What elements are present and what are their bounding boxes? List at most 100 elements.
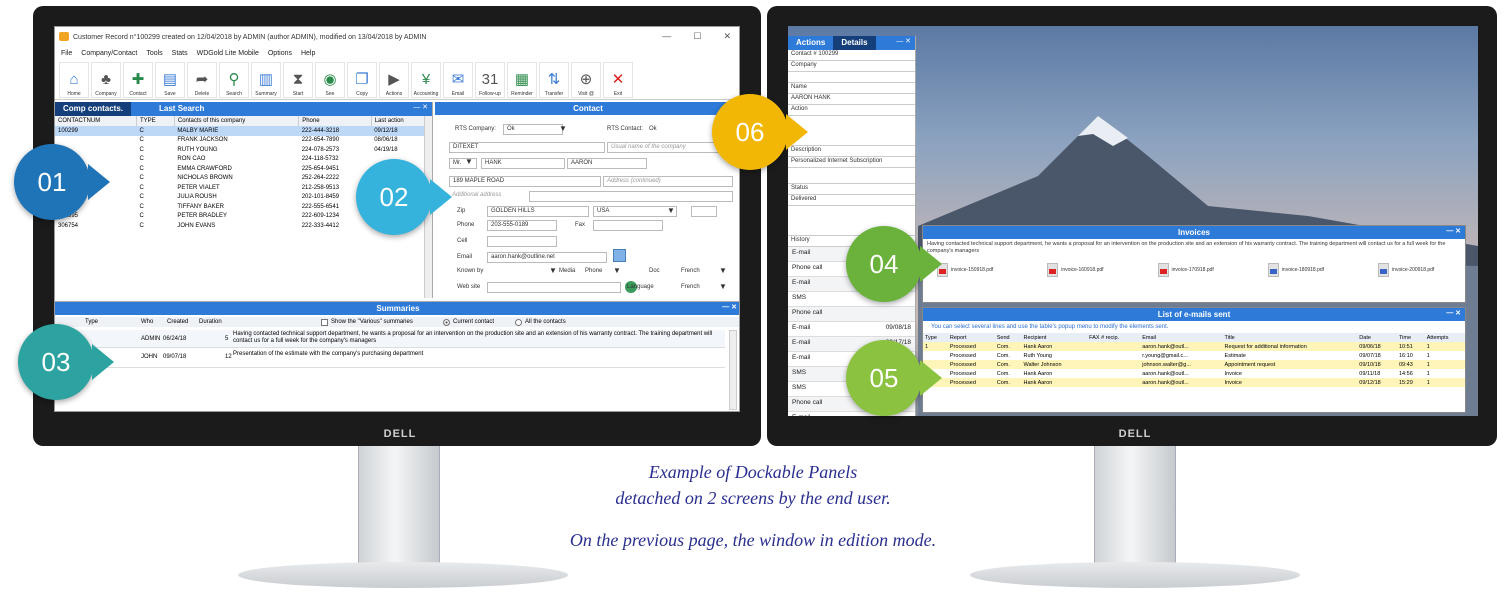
tab-last-search[interactable]: Last Search [151,102,212,116]
menu-wdgold-lite-mobile[interactable]: WDGold Lite Mobile [197,50,259,57]
summary-row[interactable]: ADMIN 06/24/18 5 Having contacted technical… [55,330,725,348]
home-button[interactable]: ⌂ Home [59,62,89,98]
panel-pin-close-icon[interactable]: — ✕ [896,37,911,45]
col-header[interactable]: Email [1140,333,1223,342]
name-value[interactable]: AARON HANK [788,94,915,105]
actions-button[interactable]: ▶ Actions [379,62,409,98]
col-header[interactable]: Attempts [1424,333,1465,342]
summary-row[interactable]: JOHN 09/07/18 12 Presentation of the estima… [55,350,725,368]
start-button[interactable]: ⧗ Start [283,62,313,98]
col-header[interactable]: CONTACTNUM [55,116,137,126]
save-button[interactable]: ▤ Save [155,62,185,98]
col-header[interactable]: Type [923,333,948,342]
address-continued-field[interactable]: Address (continued) [603,176,733,187]
col-header[interactable]: Send [994,333,1022,342]
send-email-icon[interactable] [613,249,626,262]
city-field[interactable]: GOLDEN HILLS [487,206,589,217]
chevron-down-icon[interactable]: ▼ [719,266,727,275]
tab-company-contacts[interactable]: Comp contacts. [55,102,132,116]
col-header[interactable]: TYPE [136,116,175,126]
table-row[interactable]: Processed Com. Hank Aaron aaron.hank@outl..… [923,369,1465,378]
minimize-button[interactable]: — [662,31,671,42]
status-value[interactable]: Delivered [788,195,915,206]
menu-file[interactable]: File [61,50,72,57]
address-field[interactable]: 189 MAPLE ROAD [449,176,601,187]
invoice-file[interactable]: invoice-170918.pdf [1157,263,1214,277]
region-field[interactable] [691,206,717,217]
summaries-scrollbar[interactable] [729,330,737,410]
contact-button[interactable]: ✚ Contact [123,62,153,98]
fax-field[interactable] [593,220,663,231]
language-value[interactable]: French [681,284,700,290]
col-header[interactable]: FAX # recip. [1087,333,1141,342]
table-row[interactable]: Processed Com. Walter Johnson johnson.walte… [923,360,1465,369]
doc-value[interactable]: French [681,268,700,274]
menu-company-contact[interactable]: Company/Contact [81,50,137,57]
accounting-button[interactable]: ¥ Accounting [411,62,441,98]
follow-up-button[interactable]: 31 Follow-up [475,62,505,98]
company-value[interactable] [788,72,915,83]
tab-details[interactable]: Details [833,36,876,50]
all-contacts-radio[interactable]: All the contacts [515,318,566,326]
col-created[interactable]: Created [167,319,188,325]
chevron-down-icon[interactable]: ▼ [549,266,557,275]
table-row[interactable]: C RUTH YOUNG 224-078-2573 04/19/18 [55,145,432,155]
media-value[interactable]: Phone [585,268,602,274]
reminder-button[interactable]: ▦ Reminder [507,62,537,98]
table-row[interactable]: 100299 C MALBY MARIE 222-444-3218 09/12/18 [55,126,432,136]
table-row[interactable]: Processed Com. Ruth Young r.young@gmail.c..… [923,351,1465,360]
chevron-down-icon[interactable]: ▼ [667,206,675,215]
email-button[interactable]: ✉ Email [443,62,473,98]
col-header[interactable]: Report [947,333,995,342]
invoice-file[interactable]: invoice-200918.pdf [1378,263,1434,277]
history-item[interactable]: Phone call [788,307,915,322]
chevron-down-icon[interactable]: ▼ [559,124,567,133]
col-type[interactable]: Type [85,319,98,325]
company-name-field[interactable]: DITEXET [449,142,605,153]
search-button[interactable]: ⚲ Search [219,62,249,98]
panel-pin-close-icon[interactable]: — ✕ [413,103,428,111]
email-field[interactable]: aaron.hank@outline.net [487,252,607,263]
col-header[interactable]: Last action [371,116,433,126]
see-button[interactable]: ◉ See [315,62,345,98]
current-contact-radio[interactable]: Current contact [443,318,494,326]
visit--button[interactable]: ⊕ Visit @ [571,62,601,98]
menu-stats[interactable]: Stats [172,50,188,57]
tab-actions[interactable]: Actions [788,36,833,50]
col-who[interactable]: Who [141,319,153,325]
website-field[interactable] [487,282,621,293]
table-row[interactable]: 1 Processed Com. Hank Aaron aaron.hank@outl.… [923,342,1465,351]
description-value[interactable]: Personalized Internet Subscription [788,157,915,168]
chevron-down-icon[interactable]: ▼ [465,157,473,166]
col-header[interactable]: Contacts of this company [174,116,300,126]
col-header[interactable]: Recipient [1021,333,1088,342]
col-header[interactable]: Time [1397,333,1425,342]
delete-button[interactable]: ➦ Delete [187,62,217,98]
invoice-file[interactable]: invoice-180918.pdf [1267,263,1324,277]
exit-button[interactable]: ✕ Exit [603,62,633,98]
first-name-field[interactable]: AARON [567,158,647,169]
table-row[interactable]: Processed Com. Hank Aaron aaron.hank@outl..… [923,378,1465,387]
panel-pin-close-icon[interactable]: — ✕ [1446,227,1461,235]
copy-button[interactable]: ❐ Copy [347,62,377,98]
last-name-field[interactable]: HANK [481,158,565,169]
company-button[interactable]: ♣ Company [91,62,121,98]
chevron-down-icon[interactable]: ▼ [613,266,621,275]
table-row[interactable]: C FRANK JACKSON 222-654-7890 08/06/18 [55,136,432,146]
usual-name-field[interactable]: Usual name of the company [607,142,731,153]
menu-tools[interactable]: Tools [146,50,162,57]
chevron-down-icon[interactable]: ▼ [719,282,727,291]
panel-pin-close-icon[interactable]: — ✕ [1446,309,1461,317]
rts-company-select[interactable]: Ok [503,124,563,135]
summary-button[interactable]: ▥ Summary [251,62,281,98]
col-header[interactable]: Date [1357,333,1397,342]
invoice-file[interactable]: invoice-150918.pdf [937,263,993,277]
close-button[interactable]: ✕ [723,31,731,42]
transfer-button[interactable]: ⇅ Transfer [539,62,569,98]
history-item[interactable]: E-mail 09/08/18 [788,322,915,337]
maximize-button[interactable]: ☐ [693,31,701,42]
menu-options[interactable]: Options [268,50,292,57]
cell-field[interactable] [487,236,557,247]
col-header[interactable]: Phone [298,116,372,126]
menu-help[interactable]: Help [301,50,315,57]
